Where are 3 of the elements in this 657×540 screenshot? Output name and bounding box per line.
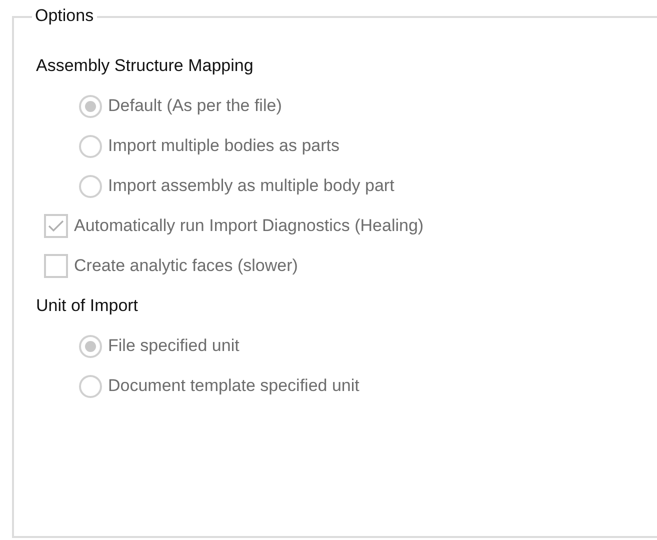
checkmark-icon <box>48 220 64 232</box>
section-heading: Assembly Structure Mapping <box>36 55 254 78</box>
section-heading: Unit of Import <box>36 295 138 318</box>
